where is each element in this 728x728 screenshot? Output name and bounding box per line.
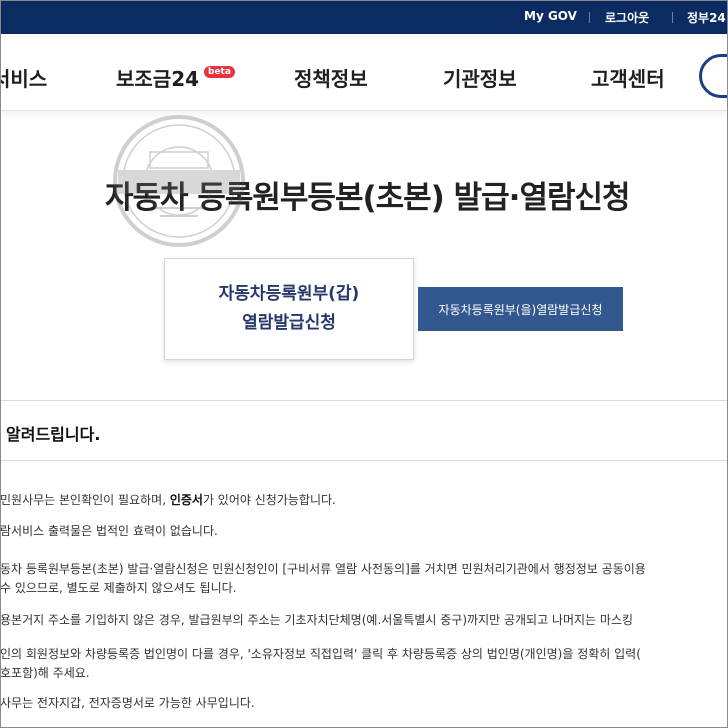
section-divider — [0, 400, 728, 401]
notice-text: 가 있어야 신청가능합니다. — [202, 493, 336, 507]
nav-item-policy-info[interactable]: 정책정보 — [294, 63, 368, 92]
nav-item-services[interactable]: 서비스 — [0, 63, 47, 92]
notice-heading: 알려드립니다. — [6, 425, 101, 444]
tab-register-eul-label: 자동차등록원부(을)열람발급신청 — [438, 302, 603, 317]
notice-line: 인의 회원정보와 차량등록증 법인명이 다를 경우, '소유자정보 직접입력' … — [0, 647, 641, 661]
notice-line: 동차 등록원부등본(초본) 발급·열람신청은 민원신청인이 [구비서류 열람 사… — [0, 562, 646, 576]
logout-link[interactable]: 로그아웃 — [605, 9, 649, 26]
nav-item-customer-center[interactable]: 고객센터 — [591, 63, 665, 92]
notice-line: 람서비스 출력물은 법적인 효력이 없습니다. — [0, 524, 218, 538]
tab-register-eul[interactable]: 자동차등록원부(을)열람발급신청 — [418, 287, 623, 331]
notice-line: 사무는 전자지갑, 전자증명서로 가능한 사무입니다. — [0, 696, 255, 710]
nav-item-subsidy24[interactable]: 보조금24 — [116, 63, 199, 92]
notice-line: 민원사무는 본인확인이 필요하며, 인증서가 있어야 신청가능합니다. — [0, 491, 336, 508]
tab-register-gap[interactable]: 자동차등록원부(갑) 열람발급신청 — [164, 258, 414, 360]
utility-bar: My GOV 로그아웃 정부24 — [0, 0, 728, 34]
notice-line: 수 있으므로, 별도로 제출하지 않으셔도 됩니다. — [0, 581, 237, 595]
my-gov-link[interactable]: My GOV — [524, 9, 577, 23]
utility-separator — [589, 12, 590, 23]
tab-register-gap-line1: 자동차등록원부(갑) — [218, 284, 360, 304]
notice-line: 용본거지 주소를 기입하지 않은 경우, 발급원부의 주소는 기초자치단체명(예… — [0, 613, 634, 627]
tab-register-gap-label: 자동차등록원부(갑) 열람발급신청 — [199, 280, 379, 338]
tab-register-gap-line2: 열람발급신청 — [242, 313, 336, 333]
section-divider — [0, 460, 728, 461]
notice-line: 호포함)해 주세요. — [0, 666, 90, 680]
notice-emphasis: 인증서 — [169, 493, 203, 507]
notice-text: 민원사무는 본인확인이 필요하며, — [0, 493, 170, 507]
nav-item-agency-info[interactable]: 기관정보 — [443, 63, 517, 92]
main-nav: 서비스 보조금24 beta 정책정보 기관정보 고객센터 — [0, 34, 728, 111]
utility-separator — [672, 12, 673, 23]
stamp-seal-watermark — [113, 115, 245, 247]
beta-badge: beta — [204, 66, 235, 78]
gov24-link[interactable]: 정부24 — [687, 9, 726, 26]
